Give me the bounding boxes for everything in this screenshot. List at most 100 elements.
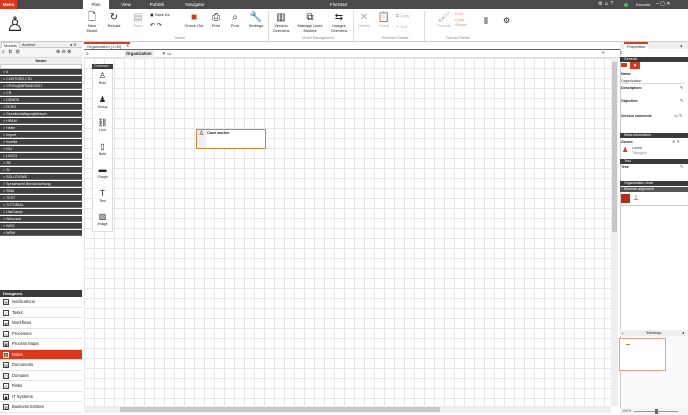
palette-item[interactable]: T Text bbox=[92, 189, 113, 203]
find-button[interactable]: ⌕ Find bbox=[228, 10, 242, 37]
save-button[interactable]: ▤ Save bbox=[131, 10, 145, 37]
format-button[interactable]: 🖌 Format bbox=[434, 10, 454, 37]
palette-item[interactable]: ▬ Shape bbox=[92, 165, 113, 179]
section-text[interactable]: Text bbox=[620, 159, 688, 164]
palette-item[interactable]: ▨ Image bbox=[92, 212, 113, 226]
model-folder-row[interactable]: > Gesellschaftsprojektraum bbox=[0, 111, 82, 118]
menu-button[interactable]: Menu bbox=[0, 0, 17, 9]
model-folder-row[interactable]: > ISU bbox=[0, 146, 82, 153]
model-folder-row[interactable]: > FERG bbox=[0, 104, 82, 111]
model-folder-row[interactable]: > Sprachsicht Berücksichtung bbox=[0, 181, 82, 188]
flag-icon[interactable] bbox=[621, 63, 627, 67]
shape-option[interactable]: Shape bbox=[455, 22, 467, 28]
window-icons[interactable]: ⚙ ☺ ? bbox=[598, 1, 613, 7]
model-folder-row[interactable]: > # bbox=[0, 69, 82, 76]
delete-button[interactable]: ✕ Delete bbox=[356, 10, 372, 37]
paste-button[interactable]: 📋 Paste bbox=[376, 10, 392, 37]
user-name[interactable]: Execute bbox=[636, 0, 650, 9]
designer-item[interactable]: ▤ Documents bbox=[0, 360, 82, 371]
model-folder-row[interactable]: > UseCases bbox=[0, 209, 82, 216]
version-comment-icons[interactable]: ▭ ✎ bbox=[674, 113, 682, 118]
edit-text-icon[interactable]: ✎ bbox=[680, 164, 683, 169]
tab-publish[interactable]: Publish bbox=[144, 0, 170, 9]
properties-search-icon[interactable]: ⌕ bbox=[620, 50, 623, 56]
language-icon[interactable]: ⚑ bbox=[630, 62, 640, 69]
model-folder-row[interactable]: > Isobilla bbox=[0, 139, 82, 146]
diagram-canvas[interactable] bbox=[84, 58, 611, 406]
model-folder-row[interactable]: > TUTORIAL bbox=[0, 202, 82, 209]
section-meta-information[interactable]: Meta-information bbox=[620, 133, 688, 138]
collapse-icon[interactable]: « bbox=[602, 50, 605, 56]
edit-description-icon[interactable]: ✎ bbox=[680, 85, 683, 90]
reload-button[interactable]: ↻ Reload bbox=[106, 10, 122, 37]
minimap-collapse-icon[interactable]: ⌄ bbox=[621, 330, 624, 335]
close-tab-icon[interactable]: ✕ bbox=[126, 43, 129, 48]
palette-item[interactable]: ♟ Group bbox=[92, 95, 113, 109]
zoom-slider-handle[interactable] bbox=[655, 409, 658, 414]
model-folder-row[interactable]: > HR&M bbox=[0, 118, 82, 125]
tab-plan[interactable]: Plan bbox=[83, 0, 109, 9]
version-overview-button[interactable]: ▥ Version Overview bbox=[270, 10, 292, 37]
tab-properties[interactable]: Properties bbox=[624, 42, 649, 49]
section-element-alignment[interactable]: Element alignment bbox=[620, 187, 688, 192]
canvas-search-icon[interactable]: ⌕ bbox=[86, 51, 89, 57]
edit-objective-icon[interactable]: ✎ bbox=[680, 98, 683, 103]
designer-item[interactable]: ◫ Domains bbox=[0, 370, 82, 381]
copy-button[interactable]: ⧉ Copy bbox=[396, 13, 409, 18]
designer-item[interactable]: ✓ Tasks bbox=[0, 307, 82, 318]
model-folder-row[interactable]: > Wizzcard bbox=[0, 216, 82, 223]
palette-item[interactable]: ▯ Note bbox=[92, 142, 113, 156]
usages-overview-button[interactable]: ⇆ Usages Overview bbox=[328, 10, 350, 37]
panel-pin-icon[interactable]: ◂ ✕ bbox=[70, 42, 76, 47]
model-folder-row[interactable]: > Import bbox=[0, 132, 82, 139]
save-as-button[interactable]: ▣ Save As bbox=[150, 12, 170, 17]
undo-redo-buttons[interactable]: ↶ ↷ bbox=[150, 22, 162, 29]
tab-view[interactable]: View bbox=[113, 0, 139, 9]
model-folder-row[interactable]: > CP/Sw@BPM&E/2637 bbox=[0, 83, 82, 90]
model-folder-row[interactable]: > Heller bbox=[0, 125, 82, 132]
model-folder-row[interactable]: > WRM bbox=[0, 230, 82, 237]
palette-item[interactable]: ♙ Role bbox=[92, 71, 113, 85]
model-folder-row[interactable]: > LINCO bbox=[0, 153, 82, 160]
designer-item[interactable]: ♙ Roles bbox=[0, 349, 82, 360]
owner-name[interactable]: Lorem bbox=[632, 146, 642, 150]
left-toolbar-actions[interactable]: ⊕ ⊖ ⊗ bbox=[56, 49, 71, 55]
section-organization-chart[interactable]: Organization chart bbox=[620, 181, 688, 186]
breadcrumb[interactable]: Organization bbox=[124, 50, 154, 58]
check-out-button[interactable]: ■ Check Out bbox=[183, 10, 205, 37]
designers-header[interactable]: Designers bbox=[0, 290, 82, 297]
designer-item[interactable]: ⚠ Risks bbox=[0, 381, 82, 392]
alignment-option-1-icon[interactable] bbox=[621, 194, 630, 203]
designer-item[interactable]: ▭ Processes bbox=[0, 328, 82, 339]
owner-actions-icon[interactable]: ✕ ✎ bbox=[672, 139, 680, 144]
window-controls[interactable]: – ▢ ✕ bbox=[656, 0, 670, 9]
designer-item[interactable]: ▣ IT Systems bbox=[0, 391, 82, 402]
new-model-button[interactable]: 🗋 New Model bbox=[84, 10, 100, 37]
minimap-viewport[interactable] bbox=[619, 338, 666, 371]
model-folder-row[interactable]: > SOLUTIONS bbox=[0, 174, 82, 181]
model-folder-row[interactable]: > SWA bbox=[0, 188, 82, 195]
settings-gear-icon[interactable]: ⚙ bbox=[503, 16, 510, 25]
vertical-scroll-thumb[interactable] bbox=[612, 62, 617, 232]
document-tab[interactable]: Organization (1.00) bbox=[84, 42, 130, 49]
columns-icon[interactable]: ⦀ bbox=[484, 16, 488, 27]
model-folder-row[interactable]: > WKD bbox=[0, 223, 82, 230]
horizontal-scroll-thumb[interactable] bbox=[120, 407, 440, 412]
alignment-option-2-icon[interactable]: ⊥ bbox=[633, 194, 639, 202]
role-node-label[interactable]: Case worker bbox=[207, 131, 230, 135]
name-field[interactable]: Organization bbox=[621, 79, 685, 84]
manage-used-models-button[interactable]: ⧉ Manage Used Models bbox=[295, 10, 325, 37]
cut-button[interactable]: ✂ Cut bbox=[396, 24, 407, 29]
format-options[interactable]: Font Color Shape bbox=[455, 11, 467, 28]
settings-button[interactable]: 🔧 Settings bbox=[246, 10, 266, 37]
tab-navigator[interactable]: Navigator bbox=[182, 0, 208, 9]
model-folder-row[interactable]: > CONTOSO LTD bbox=[0, 76, 82, 83]
designer-item[interactable]: ▦ Process Maps bbox=[0, 339, 82, 350]
palette-item[interactable]: ⛓ Link bbox=[92, 118, 113, 132]
print-button[interactable]: ⎙ Print bbox=[209, 10, 223, 37]
model-folder-row[interactable]: > SI bbox=[0, 167, 82, 174]
designer-item[interactable]: ⇄ Workflows bbox=[0, 318, 82, 329]
model-folder-row[interactable]: > DEMOS bbox=[0, 97, 82, 104]
model-folder-row[interactable]: > SE bbox=[0, 160, 82, 167]
properties-pin-icon[interactable]: ◂ bbox=[680, 43, 682, 48]
